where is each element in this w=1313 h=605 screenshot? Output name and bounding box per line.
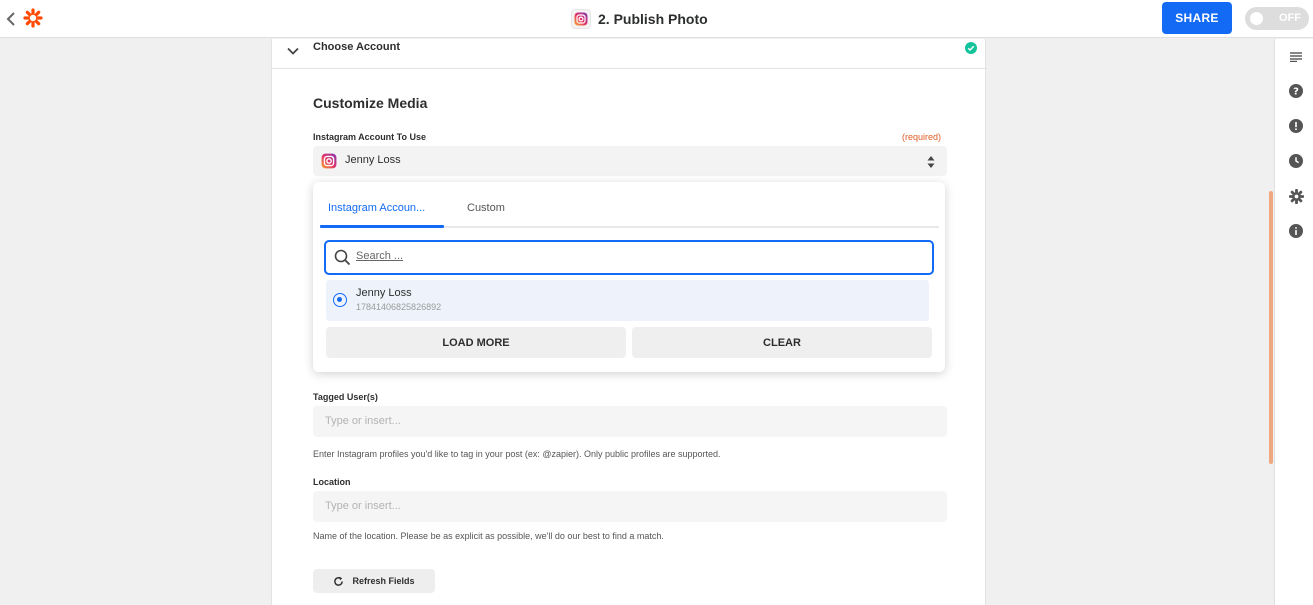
- top-bar: 2. Publish Photo SHARE OFF: [0, 0, 1313, 38]
- radio-selected[interactable]: [333, 293, 347, 307]
- section-heading: Customize Media: [313, 95, 428, 111]
- choose-account-section[interactable]: Choose Account: [272, 39, 987, 69]
- back-chevron-icon[interactable]: [6, 11, 20, 27]
- tagged-users-input[interactable]: Type or insert...: [313, 406, 947, 437]
- right-sidebar: ?: [1274, 39, 1313, 605]
- search-input[interactable]: [356, 250, 916, 262]
- check-circle-icon: [965, 41, 977, 54]
- alert-icon[interactable]: [1288, 118, 1304, 134]
- location-input[interactable]: Type or insert...: [313, 491, 947, 522]
- scroll-indicator: [1269, 191, 1273, 464]
- settings-icon[interactable]: [1288, 188, 1304, 204]
- search-box[interactable]: [324, 240, 934, 275]
- refresh-fields-label: Refresh Fields: [352, 576, 415, 586]
- location-help: Name of the location. Please be as expli…: [313, 531, 664, 541]
- zapier-logo-icon[interactable]: [23, 8, 43, 28]
- section-label: Choose Account: [313, 41, 400, 53]
- instagram-icon: [571, 9, 591, 29]
- location-placeholder: Type or insert...: [325, 500, 401, 512]
- instagram-icon: [321, 153, 337, 174]
- page-title-group: 2. Publish Photo: [571, 8, 708, 30]
- refresh-icon: [334, 576, 344, 586]
- history-icon[interactable]: [1288, 153, 1304, 169]
- selected-account-value: Jenny Loss: [345, 154, 401, 166]
- svg-text:?: ?: [1293, 87, 1299, 98]
- tagged-users-help: Enter Instagram profiles you'd like to t…: [313, 449, 721, 459]
- help-icon[interactable]: ?: [1288, 83, 1304, 99]
- page-title: 2. Publish Photo: [598, 11, 708, 27]
- option-id: 17841406825826892: [356, 302, 442, 312]
- details-icon[interactable]: [1288, 49, 1304, 65]
- toggle-knob: [1250, 12, 1263, 25]
- chevron-down-icon[interactable]: [286, 44, 300, 58]
- info-icon[interactable]: [1288, 223, 1304, 239]
- account-select[interactable]: Jenny Loss: [313, 146, 947, 176]
- account-option[interactable]: Jenny Loss 17841406825826892: [326, 280, 929, 321]
- tab-custom[interactable]: Custom: [467, 202, 505, 214]
- option-name: Jenny Loss: [356, 287, 412, 299]
- zap-on-off-toggle[interactable]: OFF: [1245, 7, 1309, 30]
- clear-button[interactable]: CLEAR: [632, 327, 932, 358]
- account-dropdown: Instagram Accoun... Custom Jenny Loss 17…: [313, 182, 945, 372]
- tagged-users-placeholder: Type or insert...: [325, 415, 401, 427]
- account-field-label: Instagram Account To Use: [313, 132, 427, 142]
- share-button[interactable]: SHARE: [1162, 2, 1232, 34]
- location-label: Location: [313, 477, 351, 487]
- active-tab-indicator: [320, 225, 444, 228]
- required-label: (required): [902, 132, 942, 142]
- load-more-button[interactable]: LOAD MORE: [326, 327, 626, 358]
- sort-arrows-icon: [927, 155, 935, 169]
- refresh-fields-button[interactable]: Refresh Fields: [313, 569, 435, 593]
- tab-instagram-accounts[interactable]: Instagram Accoun...: [328, 202, 425, 214]
- tagged-users-label: Tagged User(s): [313, 392, 378, 402]
- toggle-label: OFF: [1279, 12, 1301, 24]
- search-icon: [334, 249, 351, 266]
